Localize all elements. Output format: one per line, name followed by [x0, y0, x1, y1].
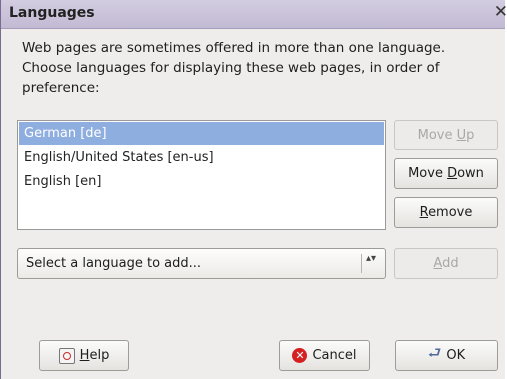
combo-separator	[361, 254, 362, 273]
ok-label: OK	[446, 348, 466, 363]
list-item[interactable]: German [de]	[19, 122, 384, 145]
intro-text: Web pages are sometimes offered in more …	[22, 40, 446, 96]
cancel-icon: ✕	[292, 348, 308, 363]
list-item[interactable]: English [en]	[19, 170, 384, 193]
cancel-button[interactable]: ✕ Cancel	[279, 340, 370, 371]
list-item[interactable]: English/United States [en-us]	[19, 146, 384, 169]
dialog-title: Languages	[9, 5, 95, 21]
close-icon[interactable]: ✕	[494, 2, 507, 22]
ok-return-arrow-icon: ⮐	[427, 344, 442, 362]
move-down-button[interactable]: Move Down	[394, 158, 498, 189]
language-select-value: Select a language to add...	[26, 256, 202, 271]
remove-button[interactable]: Remove	[394, 197, 498, 228]
move-up-button[interactable]: Move Up	[394, 120, 498, 150]
language-list[interactable]: German [de] English/United States [en-us…	[17, 120, 386, 230]
language-select[interactable]: Select a language to add... ▴▾	[17, 248, 386, 279]
cancel-label: Cancel	[312, 348, 357, 363]
add-button[interactable]: Add	[394, 248, 498, 279]
title-bar: Languages ✕	[1, 0, 507, 29]
help-button[interactable]: Help	[39, 340, 129, 371]
help-book-icon	[58, 347, 75, 364]
ok-button[interactable]: ⮐ OK	[395, 340, 498, 371]
languages-dialog: Languages ✕ Web pages are sometimes offe…	[0, 0, 507, 379]
up-down-arrows-icon: ▴▾	[366, 253, 377, 264]
